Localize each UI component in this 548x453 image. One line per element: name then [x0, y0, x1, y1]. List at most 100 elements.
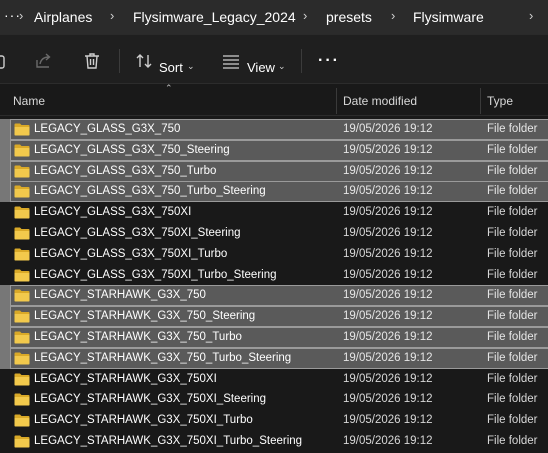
sort-label: Sort [159, 60, 183, 75]
folder-icon [14, 227, 30, 240]
share-icon[interactable] [34, 51, 54, 71]
view-label: View [247, 60, 275, 75]
column-header-type[interactable]: Type [487, 94, 513, 108]
folder-icon [14, 206, 30, 219]
breadcrumb-item-presets[interactable]: presets [326, 9, 372, 25]
file-row[interactable]: LEGACY_GLASS_G3X_750XI_Turbo 19/05/2026 1… [0, 244, 548, 265]
file-type: File folder [487, 289, 538, 302]
folder-icon [14, 144, 30, 157]
file-row[interactable]: LEGACY_GLASS_G3X_750_Steering 19/05/2026 … [0, 139, 548, 161]
toolbar-divider [119, 49, 120, 73]
file-row[interactable]: LEGACY_STARHAWK_G3X_750XI_Turbo 19/05/202… [0, 410, 548, 431]
file-date-modified: 19/05/2026 19:12 [343, 268, 433, 281]
folder-icon [14, 352, 30, 365]
file-name: LEGACY_STARHAWK_G3X_750XI_Turbo [34, 414, 253, 427]
column-resize-handle[interactable] [336, 88, 337, 114]
file-type: File folder [487, 185, 538, 198]
file-name: LEGACY_STARHAWK_G3X_750_Turbo [34, 331, 242, 343]
file-type: File folder [487, 393, 538, 406]
file-type: File folder [487, 331, 538, 343]
folder-icon [14, 185, 30, 198]
breadcrumb-item-flysimware-legacy[interactable]: Flysimware_Legacy_2024 [133, 9, 296, 25]
file-date-modified: 19/05/2026 19:12 [343, 289, 433, 302]
file-row[interactable]: LEGACY_STARHAWK_G3X_750 19/05/2026 19:12 F… [0, 285, 548, 307]
file-row[interactable]: LEGACY_STARHAWK_G3X_750_Turbo_Steering 19… [0, 347, 548, 369]
chevron-right-icon[interactable]: › [391, 8, 395, 23]
file-name: LEGACY_STARHAWK_G3X_750 [34, 289, 206, 302]
file-date-modified: 19/05/2026 19:12 [343, 414, 433, 427]
file-date-modified: 19/05/2026 19:12 [343, 143, 433, 156]
folder-icon [14, 123, 30, 136]
folder-icon [14, 289, 30, 302]
column-header-name[interactable]: Name [13, 94, 45, 108]
file-date-modified: 19/05/2026 19:12 [343, 351, 433, 364]
command-bar: Sort ⌄ View ⌄ ··· [0, 34, 548, 84]
file-row[interactable]: LEGACY_GLASS_G3X_750XI_Steering 19/05/202… [0, 223, 548, 244]
chevron-right-icon[interactable]: › [303, 8, 307, 23]
folder-icon [14, 331, 30, 344]
file-date-modified: 19/05/2026 19:12 [343, 206, 433, 219]
chevron-right-icon: › [19, 8, 24, 23]
folder-icon [14, 373, 30, 386]
chevron-right-icon[interactable]: › [529, 8, 533, 23]
file-date-modified: 19/05/2026 19:12 [343, 372, 433, 385]
file-row[interactable]: LEGACY_STARHAWK_G3X_750_Steering 19/05/20… [0, 306, 548, 328]
file-row[interactable]: LEGACY_GLASS_G3X_750XI 19/05/2026 19:12 Fi… [0, 202, 548, 223]
sort-ascending-icon: ⌃ [165, 83, 173, 93]
chevron-down-icon: ⌄ [187, 61, 195, 71]
folder-icon [14, 414, 30, 427]
file-name: LEGACY_GLASS_G3X_750 [34, 123, 181, 135]
file-date-modified: 19/05/2026 19:12 [343, 331, 433, 343]
file-date-modified: 19/05/2026 19:12 [343, 247, 433, 260]
file-name: LEGACY_GLASS_G3X_750XI_Turbo [34, 247, 228, 260]
file-name: LEGACY_GLASS_G3X_750XI_Steering [34, 227, 241, 239]
file-type: File folder [487, 164, 538, 177]
file-type: File folder [487, 310, 538, 323]
file-name: LEGACY_STARHAWK_G3X_750_Steering [34, 310, 256, 323]
column-header: ⌃ Name Date modified Type [0, 83, 548, 116]
file-row[interactable]: LEGACY_GLASS_G3X_750XI_Turbo_Steering 19/… [0, 265, 548, 286]
file-row[interactable]: LEGACY_STARHAWK_G3X_750XI_Turbo_Steering… [0, 431, 548, 452]
more-options-button[interactable]: ··· [318, 52, 340, 70]
file-date-modified: 19/05/2026 19:12 [343, 393, 433, 406]
folder-icon [14, 435, 30, 448]
file-date-modified: 19/05/2026 19:12 [343, 164, 433, 177]
copy-icon[interactable] [0, 51, 10, 71]
folder-icon [14, 248, 30, 261]
file-name: LEGACY_GLASS_G3X_750_Turbo_Steering [34, 185, 266, 198]
file-type: File folder [487, 123, 538, 135]
file-row[interactable]: LEGACY_GLASS_G3X_750_Turbo_Steering 19/05… [0, 181, 548, 203]
file-name: LEGACY_GLASS_G3X_750XI_Turbo_Steering [34, 268, 277, 281]
breadcrumb-item-airplanes[interactable]: Airplanes [34, 9, 92, 25]
column-header-date[interactable]: Date modified [343, 94, 417, 108]
file-type: File folder [487, 372, 538, 385]
file-row[interactable]: LEGACY_GLASS_G3X_750 19/05/2026 19:12 File… [0, 119, 548, 140]
file-row[interactable]: LEGACY_STARHAWK_G3X_750XI_Steering 19/05/… [0, 389, 548, 410]
file-row[interactable]: LEGACY_GLASS_G3X_750_Turbo 19/05/2026 19:… [0, 160, 548, 182]
file-type: File folder [487, 227, 538, 239]
folder-icon [14, 393, 30, 406]
chevron-down-icon: ⌄ [278, 61, 286, 71]
file-row[interactable]: LEGACY_STARHAWK_G3X_750_Turbo 19/05/2026 … [0, 327, 548, 348]
folder-icon [14, 310, 30, 323]
file-name: LEGACY_STARHAWK_G3X_750XI_Turbo_Steering [34, 435, 303, 447]
file-type: File folder [487, 206, 538, 219]
file-name: LEGACY_STARHAWK_G3X_750_Turbo_Steering [34, 351, 292, 364]
file-name: LEGACY_GLASS_G3X_750XI [34, 206, 192, 219]
sort-icon [134, 51, 154, 71]
chevron-right-icon[interactable]: › [110, 8, 114, 23]
file-date-modified: 19/05/2026 19:12 [343, 185, 433, 198]
column-resize-handle[interactable] [480, 88, 481, 114]
file-date-modified: 19/05/2026 19:12 [343, 310, 433, 323]
view-list-icon [221, 51, 241, 71]
file-date-modified: 19/05/2026 19:12 [343, 435, 433, 447]
file-row[interactable]: LEGACY_STARHAWK_G3X_750XI 19/05/2026 19:1… [0, 369, 548, 390]
file-type: File folder [487, 268, 538, 281]
trash-icon[interactable] [82, 51, 102, 71]
file-name: LEGACY_GLASS_G3X_750_Turbo [34, 164, 217, 177]
folder-icon [14, 165, 30, 178]
breadcrumb: ··· › Airplanes › Flysimware_Legacy_2024… [0, 0, 548, 34]
breadcrumb-item-flysimware[interactable]: Flysimware [413, 9, 484, 25]
file-name: LEGACY_GLASS_G3X_750_Steering [34, 143, 230, 156]
file-type: File folder [487, 143, 538, 156]
